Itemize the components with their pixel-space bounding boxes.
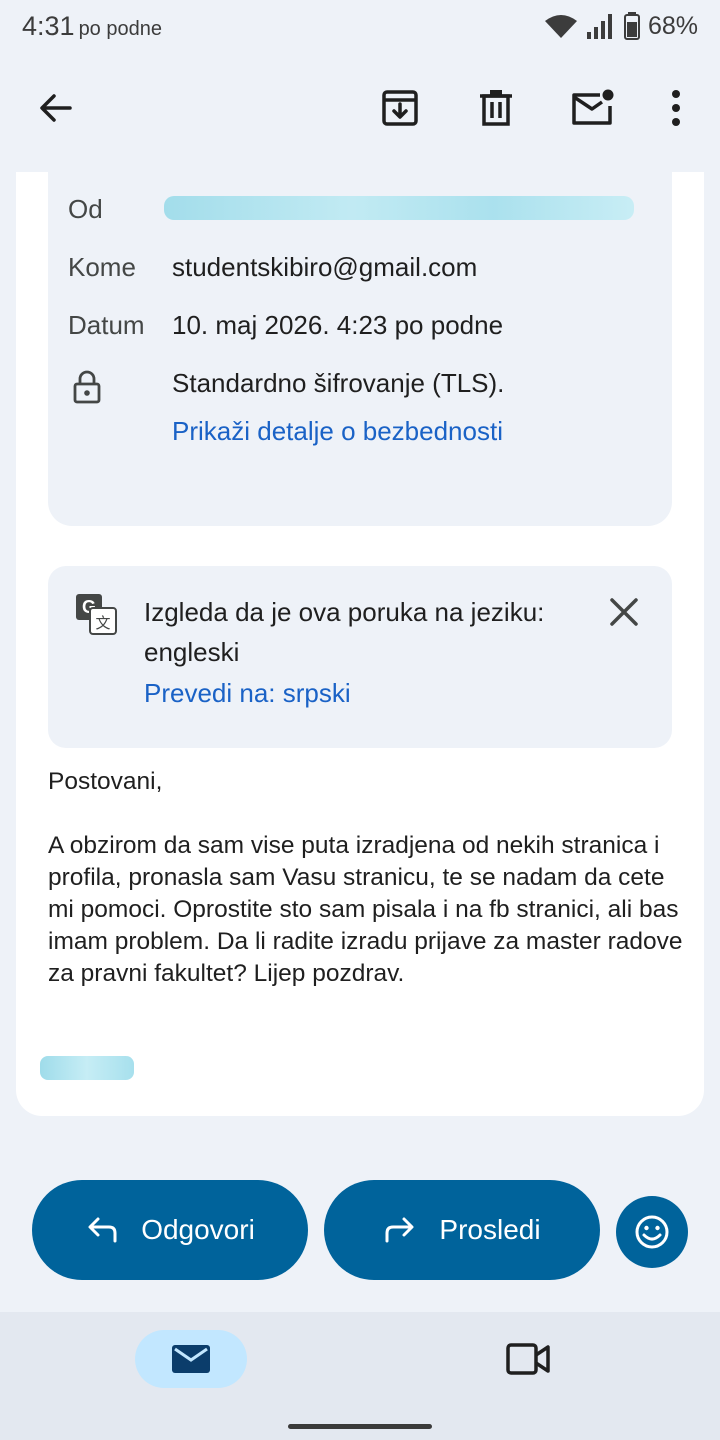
redacted-signature [40,1056,134,1080]
emoji-icon [635,1215,669,1249]
message-details: Od Kome studentskibiro@gmail.com Datum 1… [48,172,672,526]
nav-mail[interactable] [135,1330,247,1388]
wifi-icon [544,15,577,38]
to-value: studentskibiro@gmail.com [172,252,478,282]
message-sheet: Od Kome studentskibiro@gmail.com Datum 1… [16,172,704,1116]
reply-icon [88,1217,117,1243]
message-paragraph: A obzirom da sam vise puta izradjena od … [48,832,683,987]
status-time-suffix: po podne [78,17,162,40]
gesture-bar[interactable] [288,1424,432,1429]
translate-banner: G 文 Izgleda da je ova poruka na jeziku: … [48,566,672,748]
message-greeting: Postovani, [48,768,163,795]
reply-button[interactable]: Odgovori [32,1180,308,1280]
status-time-value: 4:31 [22,10,75,41]
mail-unread-icon[interactable] [566,82,618,134]
translate-icon: G 文 [76,594,117,635]
more-vert-icon[interactable] [650,82,702,134]
battery-percent: 68% [647,11,698,40]
forward-button[interactable]: Prosledi [324,1180,600,1280]
date-value: 10. maj 2026. 4:23 po podne [172,310,504,340]
trash-icon[interactable] [470,82,522,134]
to-label: Kome [68,252,136,282]
bottom-navigation [0,1312,720,1440]
signal-icon [586,14,612,39]
lock-icon [73,370,101,404]
status-right: 68% [544,12,698,41]
mail-icon [172,1345,210,1373]
archive-icon[interactable] [374,82,426,134]
video-camera-icon[interactable] [504,1339,552,1379]
date-label: Datum [68,310,145,340]
from-label: Od [68,194,103,224]
security-details-link[interactable]: Prikaži detalje o bezbednosti [172,416,503,447]
encryption-text: Standardno šifrovanje (TLS). [172,368,505,398]
translate-action-link[interactable]: Prevedi na: srpski [144,678,351,709]
svg-text:文: 文 [95,614,110,632]
battery-icon [623,12,640,40]
message-body: Postovani, A obzirom da sam vise puta iz… [48,766,688,1022]
reply-label: Odgovori [141,1214,255,1245]
close-icon[interactable] [604,592,644,632]
status-bar: 4:31 po podne 68% [0,0,720,52]
app-bar [0,52,720,172]
translate-message: Izgleda da je ova poruka na jeziku: engl… [144,597,545,667]
status-time: 4:31 po podne [22,11,162,42]
emoji-reaction-button[interactable] [616,1196,688,1268]
forward-icon [385,1217,414,1243]
forward-label: Prosledi [439,1214,541,1245]
arrow-left-icon[interactable] [30,82,82,134]
redacted-sender [164,196,634,220]
